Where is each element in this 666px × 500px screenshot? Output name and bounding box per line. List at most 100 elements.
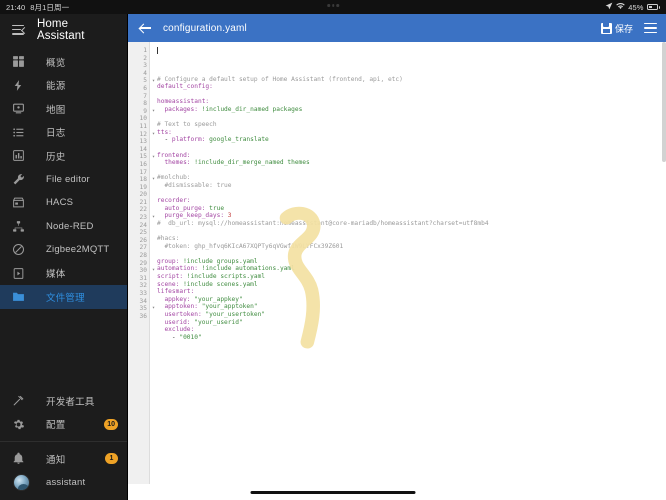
code-line: group: !include groups.yaml xyxy=(157,258,666,266)
sidebar-item-notifications[interactable]: 通知 1 xyxy=(0,447,127,471)
sidebar-item-user-profile[interactable]: assistant xyxy=(0,471,127,495)
wrench-icon xyxy=(12,171,32,187)
lightning-icon xyxy=(12,77,32,93)
sidebar-divider xyxy=(0,441,127,442)
sidebar-item-file-manager[interactable]: 文件管理 xyxy=(0,285,127,309)
code-token: "your_usertoken" xyxy=(201,311,266,318)
sidebar-item-label: 配置 xyxy=(46,420,66,432)
code-line: # Text to speech xyxy=(157,121,666,129)
camera-punch-hole xyxy=(327,4,339,7)
line-number: 16 xyxy=(139,160,147,168)
line-number: 4 xyxy=(143,69,147,77)
save-button-label: 保存 xyxy=(614,23,633,34)
code-line: lifesmart: xyxy=(157,288,666,296)
text-cursor xyxy=(157,47,158,55)
sidebar-item-zigbee2mqtt[interactable]: Zigbee2MQTT xyxy=(0,238,127,262)
code-token: #hacs: xyxy=(157,235,180,243)
line-number: 31 xyxy=(139,274,147,282)
code-token: recorder: xyxy=(157,197,191,205)
sidebar-item-label: 通知 xyxy=(46,454,66,466)
sidebar-item-logbook[interactable]: 日志 xyxy=(0,121,127,145)
sidebar-item-history[interactable]: 历史 xyxy=(0,144,127,168)
code-token: appkey: xyxy=(157,295,191,303)
code-line: - platform: google_translate xyxy=(157,136,666,144)
code-line: #token: ghp_hfvq6KIcA67XQPTy6qVGwf1W9LYF… xyxy=(157,243,666,251)
zigbee-icon xyxy=(12,242,32,258)
code-token: usertoken: xyxy=(157,311,202,318)
editor-scrollbar[interactable] xyxy=(662,42,666,500)
home-indicator[interactable] xyxy=(250,491,416,494)
line-number: 5 ▾ xyxy=(143,77,155,85)
folder-icon xyxy=(12,289,32,305)
code-token: lifesmart: xyxy=(157,288,195,296)
location-icon xyxy=(605,2,613,12)
code-token: #molchub: xyxy=(157,174,191,182)
code-line: automation: !include automations.yaml xyxy=(157,265,666,273)
code-area[interactable]: # Configure a default setup of Home Assi… xyxy=(150,42,666,500)
save-floppy-icon xyxy=(600,22,612,34)
sidebar-item-hacs[interactable]: HACS xyxy=(0,191,127,215)
line-number: 36 xyxy=(139,312,147,320)
line-number: 3 xyxy=(143,62,147,70)
code-token: # Configure a default setup of Home Assi… xyxy=(157,75,403,83)
line-number: 24 xyxy=(139,221,147,229)
code-editor[interactable]: 1 2 3 4 5 ▾ 6 7 8 9 ▾ 10 11 12 ▾ 13 14 15 ▾ 16 17 18 ▾ 19 20 21 22… xyxy=(128,42,666,500)
sidebar-item-node-red[interactable]: Node-RED xyxy=(0,215,127,239)
code-line: userid: "your_userid" xyxy=(157,319,666,327)
sidebar-item-label: 能源 xyxy=(46,81,66,93)
line-number: 25 xyxy=(139,229,147,237)
line-number: 1 xyxy=(143,47,147,54)
code-line: exclude: xyxy=(157,326,666,334)
code-token: packages: xyxy=(157,105,198,113)
battery-icon xyxy=(646,4,660,10)
code-line: scene: !include scenes.yaml xyxy=(157,281,666,289)
code-token: 3 xyxy=(224,212,232,220)
code-line: #molchub: xyxy=(157,174,666,182)
scrollbar-thumb[interactable] xyxy=(662,42,666,162)
back-arrow-icon[interactable] xyxy=(138,21,152,35)
code-line: recorder: xyxy=(157,197,666,205)
android-status-bar: 21:40 8月1日周一 45% xyxy=(0,0,666,14)
line-number: 32 xyxy=(139,282,147,290)
sidebar-item-media[interactable]: 媒体 xyxy=(0,262,127,286)
code-token: #token: ghp_hfvq6KIcA67XQPTy6qVGwf1W9LYF… xyxy=(157,242,344,250)
sidebar-item-label: 开发者工具 xyxy=(46,396,95,408)
sidebar-nav: 概览 能源 地图 日志 历史 File editor HACS Node-RED… xyxy=(0,46,127,349)
line-number: 28 xyxy=(139,252,147,260)
line-number: 21 xyxy=(139,198,147,206)
line-number: 15 ▾ xyxy=(139,153,155,161)
page-title: configuration.yaml xyxy=(163,22,247,34)
sidebar-item-label: HACS xyxy=(46,197,74,209)
hamburger-menu-icon[interactable] xyxy=(644,23,657,33)
save-button[interactable]: 保存 xyxy=(600,22,633,35)
sidebar-bottom-nav: 开发者工具 配置 10 xyxy=(0,389,127,436)
line-number: 6 xyxy=(143,84,147,92)
sidebar: Home Assistant 概览 能源 地图 日志 历史 File edito… xyxy=(0,14,128,500)
code-token: !include groups.yaml xyxy=(179,257,258,265)
sidebar-item-label: File editor xyxy=(46,173,90,185)
code-line: themes: !include_dir_merge_named themes xyxy=(157,159,666,167)
sidebar-item-map[interactable]: 地图 xyxy=(0,97,127,121)
sidebar-item-configuration[interactable]: 配置 10 xyxy=(0,413,127,437)
map-icon xyxy=(12,101,32,117)
sidebar-item-overview[interactable]: 概览 xyxy=(0,50,127,74)
app-root: 21:40 8月1日周一 45% Home Assistant 概览 能源 地图… xyxy=(0,0,666,500)
sidebar-item-file-editor[interactable]: File editor xyxy=(0,168,127,192)
sidebar-header: Home Assistant xyxy=(0,14,127,46)
code-token: - xyxy=(157,136,172,144)
sidebar-item-energy[interactable]: 能源 xyxy=(0,74,127,98)
sidebar-collapse-icon[interactable] xyxy=(12,25,26,36)
line-number: 23 ▾ xyxy=(139,214,155,222)
code-line: # Configure a default setup of Home Assi… xyxy=(157,76,666,84)
code-line: - "0010" xyxy=(157,334,666,342)
sidebar-item-label: assistant xyxy=(46,476,86,488)
line-number-gutter: 1 2 3 4 5 ▾ 6 7 8 9 ▾ 10 11 12 ▾ 13 14 15 ▾ 16 17 18 ▾ 19 20 21 22… xyxy=(128,42,155,500)
code-token: script: xyxy=(157,273,184,281)
line-number: 35 ▾ xyxy=(139,305,155,313)
code-token: exclude: xyxy=(157,326,195,334)
sidebar-item-developer-tools[interactable]: 开发者工具 xyxy=(0,389,127,413)
main-content: configuration.yaml 保存 1 2 3 4 5 ▾ 6 7 8 9 ▾ 10 11 12 ▾… xyxy=(128,14,666,500)
